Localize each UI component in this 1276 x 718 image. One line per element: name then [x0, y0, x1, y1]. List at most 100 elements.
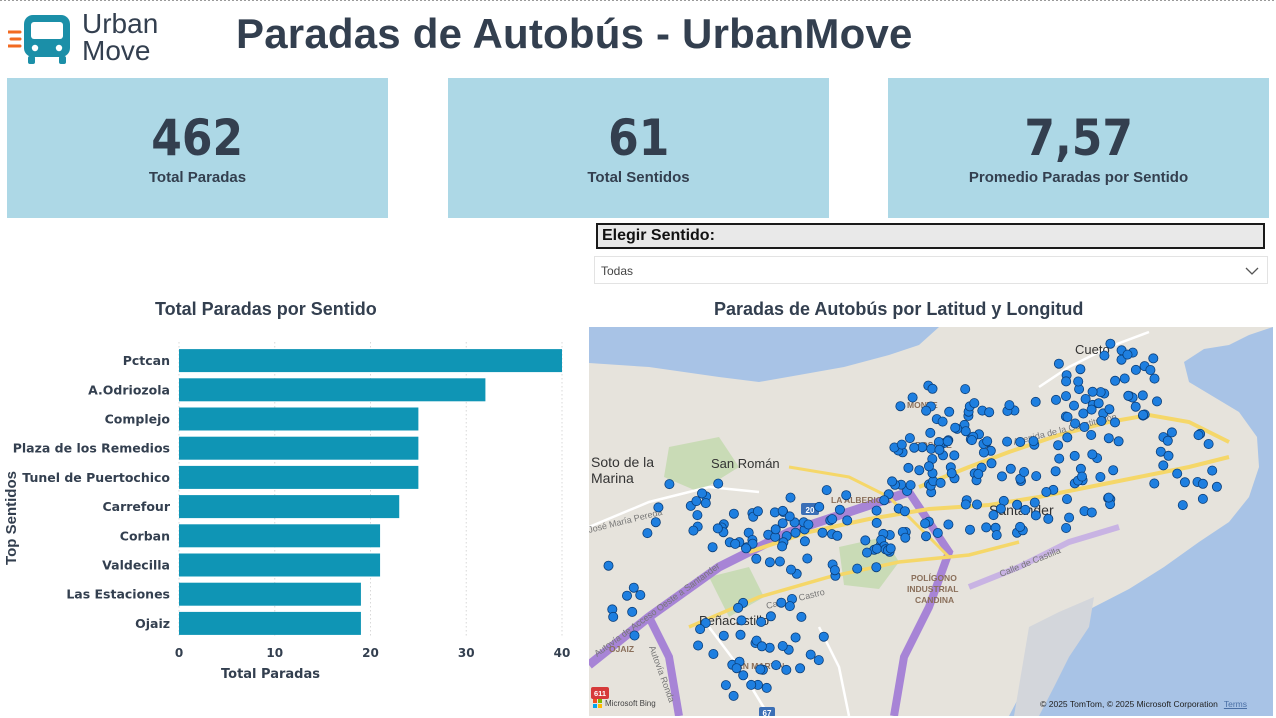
bus-stop-marker[interactable] [896, 439, 907, 450]
bus-stop-marker[interactable] [1053, 440, 1064, 451]
bus-stop-marker[interactable] [700, 498, 711, 509]
bus-stop-marker[interactable] [790, 527, 801, 538]
bus-stop-marker[interactable] [1152, 396, 1163, 407]
bus-stop-marker[interactable] [785, 564, 796, 575]
bus-stop-marker[interactable] [1130, 364, 1141, 375]
bus-stop-marker[interactable] [904, 433, 915, 444]
bus-stop-marker[interactable] [707, 542, 718, 553]
bus-stop-marker[interactable] [814, 501, 825, 512]
bus-stop-marker[interactable] [995, 503, 1006, 514]
bus-stop-marker[interactable] [653, 502, 664, 513]
bus-stop-marker[interactable] [695, 624, 706, 635]
bus-stop-marker[interactable] [832, 530, 843, 541]
bar[interactable] [179, 349, 562, 373]
bus-stop-marker[interactable] [785, 492, 796, 503]
bus-stop-marker[interactable] [927, 383, 938, 394]
bus-stop-marker[interactable] [1130, 401, 1141, 412]
bus-stop-marker[interactable] [1138, 409, 1149, 420]
bus-stop-marker[interactable] [691, 496, 702, 507]
bus-stop-marker[interactable] [771, 660, 782, 671]
bus-stop-marker[interactable] [971, 499, 982, 510]
bus-stop-marker[interactable] [899, 506, 910, 517]
bus-stop-marker[interactable] [960, 384, 971, 395]
bus-stop-marker[interactable] [688, 525, 699, 536]
bus-stop-marker[interactable] [973, 468, 984, 479]
bus-stop-marker[interactable] [1148, 353, 1159, 364]
bus-stop-marker[interactable] [692, 510, 703, 521]
bus-stop-marker[interactable] [1015, 521, 1026, 532]
bus-stop-marker[interactable] [1086, 404, 1097, 415]
bus-stop-marker[interactable] [813, 655, 824, 666]
bus-stop-marker[interactable] [885, 543, 896, 554]
bus-stop-marker[interactable] [834, 504, 845, 515]
sentido-dropdown[interactable]: Todas [594, 256, 1268, 284]
bus-stop-marker[interactable] [937, 416, 948, 427]
bus-stop-marker[interactable] [799, 536, 810, 547]
bus-stop-marker[interactable] [1166, 427, 1177, 438]
bar[interactable] [179, 465, 419, 489]
bus-stop-marker[interactable] [1030, 396, 1041, 407]
bus-stop-marker[interactable] [920, 531, 931, 542]
bus-stop-marker[interactable] [728, 508, 739, 519]
bus-stop-marker[interactable] [1012, 499, 1023, 510]
bus-stop-marker[interactable] [943, 519, 954, 530]
bus-stop-marker[interactable] [821, 485, 832, 496]
bus-stop-marker[interactable] [1078, 408, 1089, 419]
bus-stop-marker[interactable] [1179, 477, 1190, 488]
bus-stop-marker[interactable] [1075, 364, 1086, 375]
bus-stop-marker[interactable] [1015, 437, 1026, 448]
bus-stop-marker[interactable] [755, 664, 766, 675]
bus-stop-marker[interactable] [642, 528, 653, 539]
bus-stop-marker[interactable] [1145, 365, 1156, 376]
bar[interactable] [179, 553, 381, 577]
bus-stop-marker[interactable] [784, 601, 795, 612]
bus-stop-marker[interactable] [603, 560, 614, 571]
bus-stop-marker[interactable] [982, 436, 993, 447]
bar[interactable] [179, 407, 419, 431]
bus-stop-marker[interactable] [777, 505, 788, 516]
bus-stop-marker[interactable] [1028, 436, 1039, 447]
bus-stop-marker[interactable] [622, 590, 633, 601]
bar[interactable] [179, 378, 486, 402]
bus-stop-marker[interactable] [795, 663, 806, 674]
bus-stop-marker[interactable] [1113, 436, 1124, 447]
map-terms-link[interactable]: Terms [1224, 699, 1247, 709]
bus-stop-marker[interactable] [1020, 504, 1031, 515]
bus-stop-marker[interactable] [907, 392, 918, 403]
bus-stop-marker[interactable] [903, 462, 914, 473]
bus-stop-marker[interactable] [1137, 390, 1148, 401]
bus-stop-marker[interactable] [1110, 375, 1121, 386]
bus-stop-marker[interactable] [1064, 512, 1075, 523]
bus-stop-marker[interactable] [829, 565, 840, 576]
bus-stop-marker[interactable] [629, 630, 640, 641]
bus-stop-marker[interactable] [1050, 466, 1061, 477]
bus-stop-marker[interactable] [751, 553, 762, 564]
bus-stop-marker[interactable] [986, 458, 997, 469]
bus-stop-marker[interactable] [871, 562, 882, 573]
bus-stop-marker[interactable] [1005, 463, 1016, 474]
bus-stop-marker[interactable] [827, 514, 838, 525]
bus-stop-marker[interactable] [969, 398, 980, 409]
bus-stop-marker[interactable] [796, 611, 807, 622]
bus-stop-marker[interactable] [650, 517, 661, 528]
bus-stop-marker[interactable] [966, 435, 977, 446]
bus-stop-marker[interactable] [1207, 465, 1218, 476]
bus-stop-marker[interactable] [805, 649, 816, 660]
bus-stop-marker[interactable] [1086, 430, 1097, 441]
bus-stop-marker[interactable] [871, 543, 882, 554]
bus-stop-marker[interactable] [1030, 510, 1041, 521]
bus-stop-marker[interactable] [1062, 432, 1073, 443]
bus-stop-marker[interactable] [1103, 433, 1114, 444]
bus-stop-marker[interactable] [776, 597, 787, 608]
bus-stop-marker[interactable] [978, 447, 989, 458]
bus-stop-marker[interactable] [1043, 513, 1054, 524]
bus-stop-marker[interactable] [988, 510, 999, 521]
bus-stop-marker[interactable] [817, 527, 828, 538]
bus-stop-marker[interactable] [964, 524, 975, 535]
bus-stop-marker[interactable] [774, 556, 785, 567]
bus-stop-marker[interactable] [905, 480, 916, 491]
bus-stop-marker[interactable] [1105, 338, 1116, 349]
bus-stop-marker[interactable] [984, 407, 995, 418]
bus-stop-marker[interactable] [818, 631, 829, 642]
bus-stop-marker[interactable] [1149, 373, 1160, 384]
